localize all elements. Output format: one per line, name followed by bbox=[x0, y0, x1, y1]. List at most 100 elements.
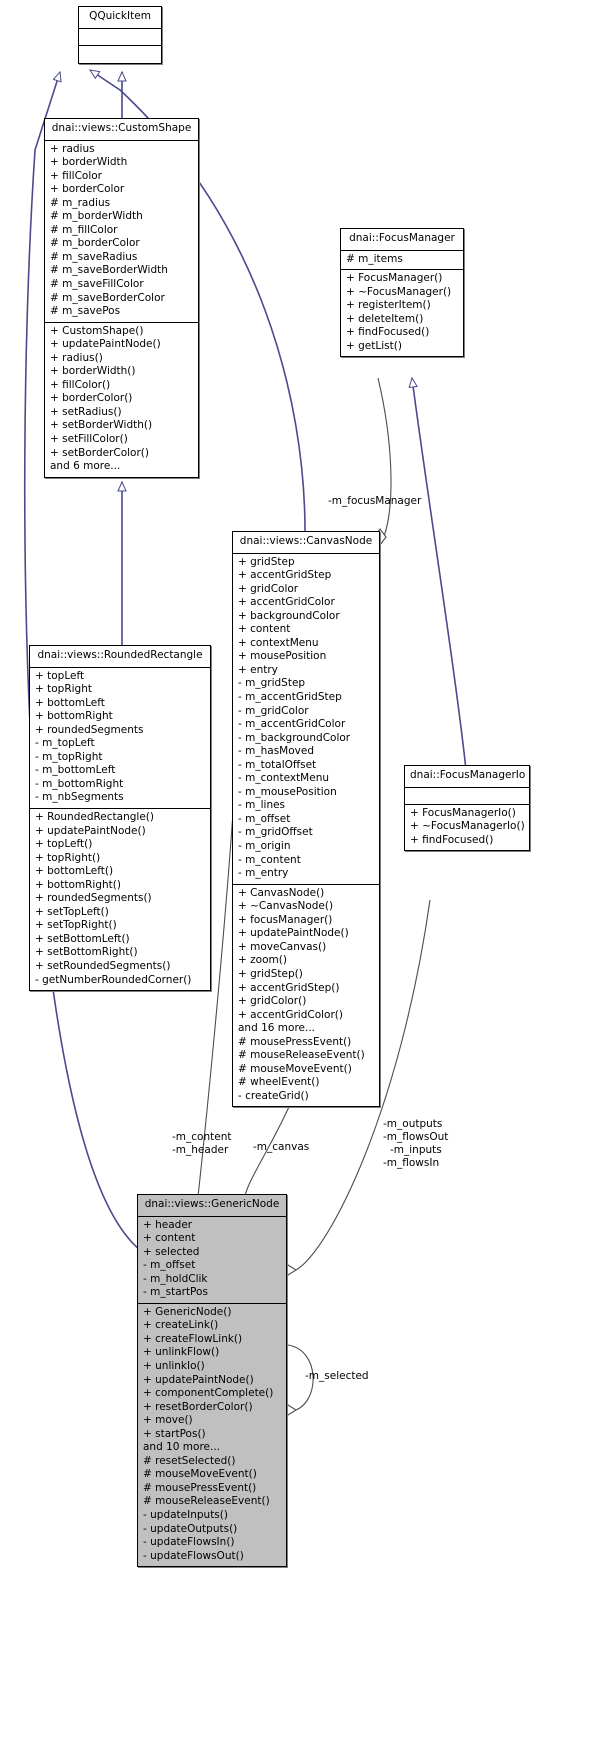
member-row: + setFillColor() bbox=[50, 433, 128, 446]
member-row: - updateInputs() bbox=[143, 1509, 228, 1522]
member-row: + borderColor() bbox=[50, 392, 133, 405]
class-box-focusmanager[interactable]: dnai::FocusManager # m_items + FocusMana… bbox=[340, 228, 464, 358]
member-row: - m_offset bbox=[238, 812, 291, 825]
member-row: + FocusManager() bbox=[346, 272, 443, 285]
edge-label-inputs: -m_inputs bbox=[390, 1144, 442, 1156]
member-row: - m_hasMoved bbox=[238, 745, 314, 758]
class-title: QQuickItem bbox=[79, 7, 161, 29]
member-row: + ~CanvasNode() bbox=[238, 900, 334, 913]
member-row: + roundedSegments bbox=[35, 723, 144, 736]
member-row: + gridColor() bbox=[238, 995, 307, 1008]
member-row: + setBorderColor() bbox=[50, 446, 149, 459]
member-row: + CanvasNode() bbox=[238, 886, 325, 899]
member-row: # mousePressEvent() bbox=[143, 1481, 257, 1494]
member-row: + ~FocusManagerIo() bbox=[410, 820, 525, 833]
member-row: - updateOutputs() bbox=[143, 1522, 238, 1535]
edge-label-canvas: -m_canvas bbox=[253, 1141, 310, 1153]
member-row: + GenericNode() bbox=[143, 1305, 232, 1318]
class-attributes: + gridStep + accentGridStep + gridColor + a… bbox=[233, 554, 379, 885]
member-row: + updatePaintNode() bbox=[50, 338, 161, 351]
member-row: + moveCanvas() bbox=[238, 940, 327, 953]
class-box-focusmanagerio[interactable]: dnai::FocusManagerIo + FocusManagerIo() +… bbox=[404, 765, 530, 852]
member-row: - m_accentGridColor bbox=[238, 718, 346, 731]
class-attributes: + topLeft + topRight + bottomLeft + bottomR… bbox=[30, 668, 210, 810]
member-row: + registerItem() bbox=[346, 299, 431, 312]
member-row: # mouseReleaseEvent() bbox=[143, 1495, 270, 1508]
member-row: + move() bbox=[143, 1414, 193, 1427]
class-attributes: # m_items bbox=[341, 251, 463, 271]
member-row: and 6 more... bbox=[50, 460, 121, 473]
member-row: - m_bottomLeft bbox=[35, 764, 116, 777]
member-row: - m_totalOffset bbox=[238, 758, 317, 771]
member-row: - m_offset bbox=[143, 1259, 196, 1272]
member-row: # m_savePos bbox=[50, 305, 121, 318]
member-row: - m_gridStep bbox=[238, 677, 306, 690]
class-methods: + FocusManagerIo() + ~FocusManagerIo() + f… bbox=[405, 805, 529, 851]
member-row: # m_saveFillColor bbox=[50, 278, 144, 291]
member-row: - updateFlowsIn() bbox=[143, 1536, 235, 1549]
member-row: and 10 more... bbox=[143, 1441, 221, 1454]
class-title: dnai::views::GenericNode bbox=[138, 1195, 286, 1217]
edge-label-focus-manager: -m_focusManager bbox=[328, 495, 422, 507]
member-row: # resetSelected() bbox=[143, 1454, 236, 1467]
class-box-roundedrectangle[interactable]: dnai::views::RoundedRectangle + topLeft +… bbox=[29, 645, 211, 992]
member-row: - m_startPos bbox=[143, 1286, 208, 1299]
member-row: # m_saveBorderColor bbox=[50, 291, 165, 304]
member-row: # m_radius bbox=[50, 196, 111, 209]
member-row: + unlinkFlow() bbox=[143, 1346, 220, 1359]
member-row: + getList() bbox=[346, 339, 402, 352]
member-row: + zoom() bbox=[238, 954, 287, 967]
class-title: dnai::FocusManagerIo bbox=[405, 766, 529, 788]
member-row: - m_nbSegments bbox=[35, 791, 124, 804]
member-row: + accentGridColor bbox=[238, 596, 335, 609]
member-row: + setRadius() bbox=[50, 405, 122, 418]
member-row: + topLeft() bbox=[35, 838, 93, 851]
edge-label-selected: -m_selected bbox=[305, 1370, 369, 1382]
member-row: # wheelEvent() bbox=[238, 1076, 320, 1089]
class-box-customshape[interactable]: dnai::views::CustomShape + radius + borde… bbox=[44, 118, 199, 478]
edge-label-outputs: -m_outputs bbox=[383, 1118, 443, 1130]
class-box-genericnode[interactable]: dnai::views::GenericNode + header + conte… bbox=[137, 1194, 287, 1568]
member-row: - m_backgroundColor bbox=[238, 731, 351, 744]
member-row: + startPos() bbox=[143, 1427, 206, 1440]
member-row: + accentGridStep bbox=[238, 569, 332, 582]
class-title: dnai::views::RoundedRectangle bbox=[30, 646, 210, 668]
member-row: + accentGridColor() bbox=[238, 1008, 343, 1021]
member-row: - m_contextMenu bbox=[238, 772, 330, 785]
member-row: + content bbox=[238, 623, 291, 636]
class-methods: + CustomShape() + updatePaintNode() + radi… bbox=[45, 323, 198, 477]
member-row: - m_content bbox=[238, 853, 301, 866]
member-row: + topRight() bbox=[35, 851, 101, 864]
class-box-canvasnode[interactable]: dnai::views::CanvasNode + gridStep + acce… bbox=[232, 531, 380, 1108]
edge-label-flows-out: -m_flowsOut bbox=[383, 1131, 449, 1143]
member-row: # mouseMoveEvent() bbox=[143, 1468, 257, 1481]
edge-label-content: -m_content bbox=[172, 1131, 232, 1143]
member-row: + mousePosition bbox=[238, 650, 327, 663]
member-row: # mouseMoveEvent() bbox=[238, 1062, 352, 1075]
member-row: # m_saveRadius bbox=[50, 250, 138, 263]
member-row: + resetBorderColor() bbox=[143, 1400, 253, 1413]
member-row: + deleteItem() bbox=[346, 312, 424, 325]
class-methods bbox=[79, 46, 161, 63]
member-row: + bottomRight() bbox=[35, 878, 121, 891]
class-title: dnai::FocusManager bbox=[341, 229, 463, 251]
member-row: + topRight bbox=[35, 683, 92, 696]
class-box-qquickitem[interactable]: QQuickItem bbox=[78, 6, 162, 64]
member-row: + unlinkIo() bbox=[143, 1360, 205, 1373]
member-row: + RoundedRectangle() bbox=[35, 811, 154, 824]
member-row: + updatePaintNode() bbox=[143, 1373, 254, 1386]
member-row: + setBottomRight() bbox=[35, 946, 138, 959]
member-row: + contextMenu bbox=[238, 636, 319, 649]
class-attributes bbox=[79, 29, 161, 46]
edge-label-header: -m_header bbox=[172, 1144, 229, 1156]
member-row: # mouseReleaseEvent() bbox=[238, 1049, 365, 1062]
member-row: + ~FocusManager() bbox=[346, 285, 452, 298]
member-row: + findFocused() bbox=[346, 326, 430, 339]
member-row: + gridStep() bbox=[238, 967, 303, 980]
member-row: - m_mousePosition bbox=[238, 785, 337, 798]
member-row: - m_entry bbox=[238, 867, 289, 880]
member-row: # m_saveBorderWidth bbox=[50, 264, 168, 277]
class-attributes bbox=[405, 788, 529, 805]
member-row: - m_accentGridStep bbox=[238, 691, 342, 704]
member-row: + CustomShape() bbox=[50, 324, 144, 337]
